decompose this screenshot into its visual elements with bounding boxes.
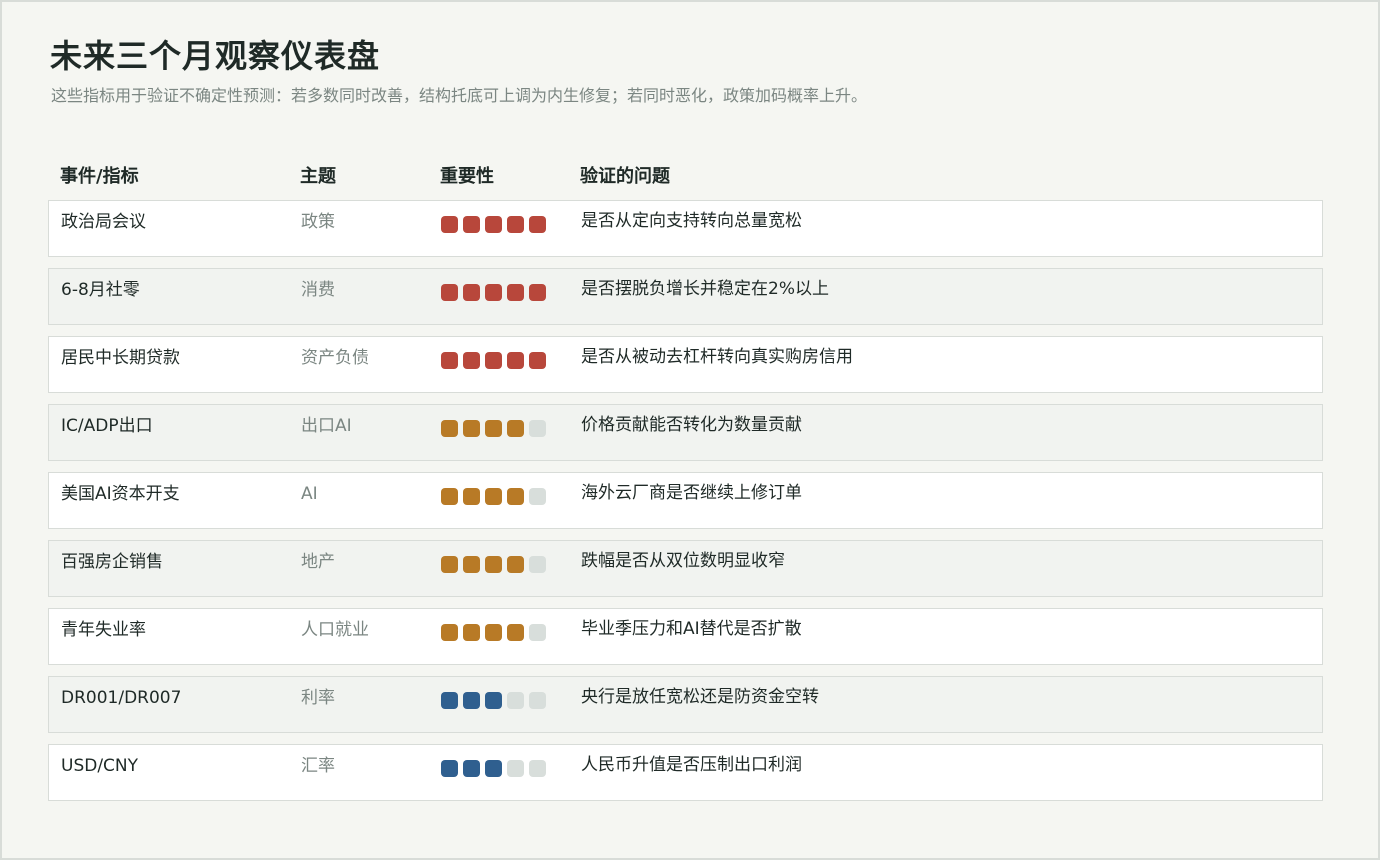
table-row: 政治局会议 政策 是否从定向支持转向总量宽松 xyxy=(48,200,1323,257)
importance-dot-filled xyxy=(485,488,502,505)
row-event: 百强房企销售 xyxy=(61,552,163,572)
row-event: 6-8月社零 xyxy=(61,280,140,300)
header-importance: 重要性 xyxy=(440,166,494,187)
row-question: 价格贡献能否转化为数量贡献 xyxy=(581,415,802,435)
importance-dot-filled xyxy=(507,488,524,505)
importance-dot-filled xyxy=(463,624,480,641)
importance-dot-filled xyxy=(463,692,480,709)
importance-dot-filled xyxy=(485,284,502,301)
row-question: 跌幅是否从双位数明显收窄 xyxy=(581,551,785,571)
importance-rating xyxy=(441,624,551,642)
importance-dot-filled xyxy=(507,216,524,233)
table-row: 百强房企销售 地产 跌幅是否从双位数明显收窄 xyxy=(48,540,1323,597)
page-subtitle: 这些指标用于验证不确定性预测：若多数同时改善，结构托底可上调为内生修复；若同时恶… xyxy=(51,86,868,105)
importance-rating xyxy=(441,692,551,710)
importance-rating xyxy=(441,420,551,438)
importance-dot-filled xyxy=(441,760,458,777)
table-row: 美国AI资本开支 AI 海外云厂商是否继续上修订单 xyxy=(48,472,1323,529)
importance-dot-filled xyxy=(441,624,458,641)
row-topic: 汇率 xyxy=(301,756,335,776)
importance-dot-filled xyxy=(507,284,524,301)
importance-dot-empty xyxy=(507,760,524,777)
row-topic: 消费 xyxy=(301,280,335,300)
importance-dot-empty xyxy=(529,624,546,641)
importance-dot-filled xyxy=(441,216,458,233)
importance-dot-filled xyxy=(485,692,502,709)
importance-dot-filled xyxy=(441,284,458,301)
row-topic: 利率 xyxy=(301,688,335,708)
importance-dot-empty xyxy=(529,760,546,777)
page-title: 未来三个月观察仪表盘 xyxy=(50,37,381,75)
row-question: 是否从被动去杠杆转向真实购房信用 xyxy=(581,347,853,367)
importance-dot-filled xyxy=(463,488,480,505)
row-topic: 人口就业 xyxy=(301,620,369,640)
importance-dot-empty xyxy=(507,692,524,709)
importance-rating xyxy=(441,488,551,506)
importance-rating xyxy=(441,284,551,302)
importance-dot-filled xyxy=(485,556,502,573)
importance-dot-filled xyxy=(463,760,480,777)
row-event: 美国AI资本开支 xyxy=(61,484,180,504)
importance-dot-filled xyxy=(529,216,546,233)
importance-dot-filled xyxy=(463,420,480,437)
row-event: USD/CNY xyxy=(61,756,139,776)
table-body: 政治局会议 政策 是否从定向支持转向总量宽松 6-8月社零 消费 是否摆脱负增长并稳定在2… xyxy=(48,200,1323,812)
table-row: 居民中长期贷款 资产负债 是否从被动去杠杆转向真实购房信用 xyxy=(48,336,1323,393)
table-row: 6-8月社零 消费 是否摆脱负增长并稳定在2%以上 xyxy=(48,268,1323,325)
importance-dot-filled xyxy=(441,488,458,505)
importance-dot-filled xyxy=(463,216,480,233)
importance-rating xyxy=(441,216,551,234)
row-event: 政治局会议 xyxy=(61,212,146,232)
importance-rating xyxy=(441,556,551,574)
table-row: 青年失业率 人口就业 毕业季压力和AI替代是否扩散 xyxy=(48,608,1323,665)
dashboard-frame: 未来三个月观察仪表盘 这些指标用于验证不确定性预测：若多数同时改善，结构托底可上… xyxy=(0,0,1380,860)
row-topic: 出口AI xyxy=(301,416,352,436)
row-topic: 政策 xyxy=(301,212,335,232)
importance-dot-filled xyxy=(463,352,480,369)
importance-rating xyxy=(441,760,551,778)
importance-dot-filled xyxy=(441,420,458,437)
table-row: IC/ADP出口 出口AI 价格贡献能否转化为数量贡献 xyxy=(48,404,1323,461)
importance-dot-filled xyxy=(485,624,502,641)
header-event: 事件/指标 xyxy=(60,166,139,187)
row-event: 居民中长期贷款 xyxy=(61,348,180,368)
table-row: USD/CNY 汇率 人民币升值是否压制出口利润 xyxy=(48,744,1323,801)
importance-dot-filled xyxy=(463,556,480,573)
importance-dot-filled xyxy=(485,216,502,233)
importance-dot-filled xyxy=(507,352,524,369)
importance-dot-filled xyxy=(441,556,458,573)
importance-dot-empty xyxy=(529,488,546,505)
importance-dot-filled xyxy=(463,284,480,301)
header-question: 验证的问题 xyxy=(580,166,670,187)
importance-dot-filled xyxy=(529,284,546,301)
row-topic: 地产 xyxy=(301,552,335,572)
importance-dot-filled xyxy=(485,352,502,369)
importance-dot-empty xyxy=(529,420,546,437)
importance-dot-filled xyxy=(507,420,524,437)
row-event: 青年失业率 xyxy=(61,620,146,640)
row-event: IC/ADP出口 xyxy=(61,416,153,436)
row-topic: 资产负债 xyxy=(301,348,369,368)
importance-rating xyxy=(441,352,551,370)
importance-dot-filled xyxy=(485,420,502,437)
row-question: 央行是放任宽松还是防资金空转 xyxy=(581,687,819,707)
importance-dot-filled xyxy=(485,760,502,777)
importance-dot-filled xyxy=(507,624,524,641)
importance-dot-filled xyxy=(441,692,458,709)
row-event: DR001/DR007 xyxy=(61,688,182,708)
table-header: 事件/指标 主题 重要性 验证的问题 xyxy=(48,162,1323,192)
table-row: DR001/DR007 利率 央行是放任宽松还是防资金空转 xyxy=(48,676,1323,733)
row-question: 毕业季压力和AI替代是否扩散 xyxy=(581,619,802,639)
importance-dot-empty xyxy=(529,692,546,709)
row-question: 人民币升值是否压制出口利润 xyxy=(581,755,802,775)
row-question: 海外云厂商是否继续上修订单 xyxy=(581,483,802,503)
row-question: 是否摆脱负增长并稳定在2%以上 xyxy=(581,279,829,299)
importance-dot-empty xyxy=(529,556,546,573)
importance-dot-filled xyxy=(529,352,546,369)
row-topic: AI xyxy=(301,484,318,504)
importance-dot-filled xyxy=(441,352,458,369)
importance-dot-filled xyxy=(507,556,524,573)
header-topic: 主题 xyxy=(300,166,336,187)
row-question: 是否从定向支持转向总量宽松 xyxy=(581,211,802,231)
